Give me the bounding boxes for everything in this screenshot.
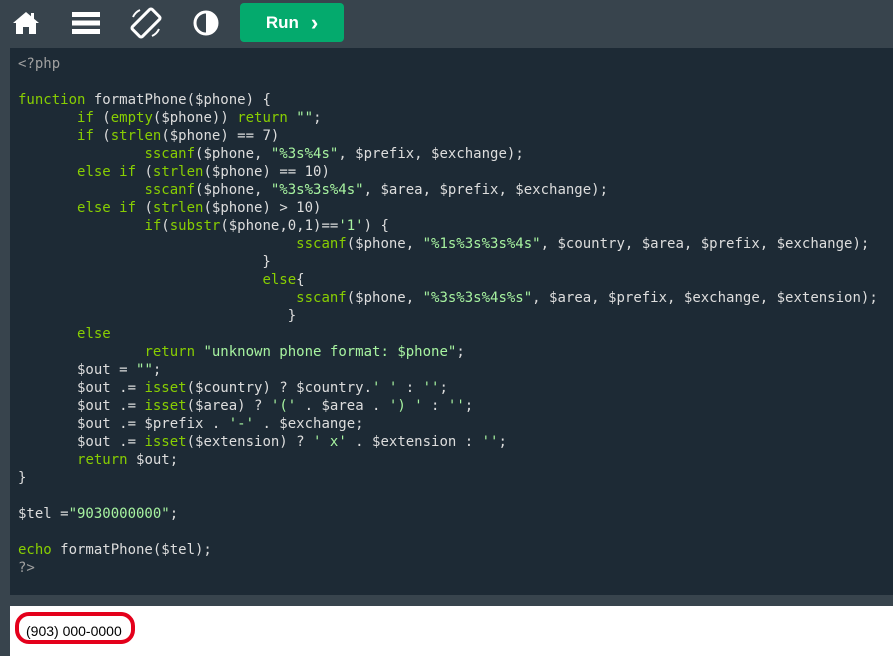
code-line[interactable]: } — [18, 253, 893, 271]
code-line[interactable]: sscanf($phone, "%3s%3s%4s", $area, $pref… — [18, 181, 893, 199]
code-line[interactable]: if (empty($phone)) return ""; — [18, 109, 893, 127]
code-line[interactable]: ?> — [18, 559, 893, 577]
code-line[interactable]: echo formatPhone($tel); — [18, 541, 893, 559]
code-line[interactable]: if(substr($phone,0,1)=='1') { — [18, 217, 893, 235]
code-line[interactable] — [18, 73, 893, 91]
code-line[interactable]: else if (strlen($phone) > 10) — [18, 199, 893, 217]
theme-contrast-icon[interactable] — [189, 6, 223, 40]
rotate-icon[interactable] — [129, 6, 163, 40]
code-line[interactable]: if (strlen($phone) == 7) — [18, 127, 893, 145]
output-text: (903) 000-0000 — [26, 623, 122, 639]
code-line[interactable]: else{ — [18, 271, 893, 289]
home-icon[interactable] — [9, 6, 43, 40]
output-panel: (903) 000-0000 — [10, 606, 893, 656]
code-editor[interactable]: <?php function formatPhone($phone) { if … — [10, 48, 893, 595]
code-line[interactable]: <?php — [18, 55, 893, 73]
code-line[interactable]: sscanf($phone, "%1s%3s%3s%4s", $country,… — [18, 235, 893, 253]
code-line[interactable]: $out = ""; — [18, 361, 893, 379]
chevron-right-icon: › — [310, 9, 319, 35]
code-line[interactable]: return "unknown phone format: $phone"; — [18, 343, 893, 361]
code-line[interactable]: function formatPhone($phone) { — [18, 91, 893, 109]
code-content[interactable]: <?php function formatPhone($phone) { if … — [10, 48, 893, 577]
toolbar: Run › — [0, 0, 893, 46]
run-button[interactable]: Run › — [240, 3, 344, 42]
code-line[interactable]: return $out; — [18, 451, 893, 469]
code-line[interactable]: else — [18, 325, 893, 343]
run-button-label: Run — [265, 12, 299, 32]
code-line[interactable]: else if (strlen($phone) == 10) — [18, 163, 893, 181]
code-line[interactable]: $out .= isset($country) ? $country.' ' :… — [18, 379, 893, 397]
code-line[interactable]: $tel ="9030000000"; — [18, 505, 893, 523]
code-line[interactable] — [18, 487, 893, 505]
code-line[interactable]: } — [18, 469, 893, 487]
code-line[interactable]: sscanf($phone, "%3s%4s", $prefix, $excha… — [18, 145, 893, 163]
code-line[interactable]: $out .= isset($extension) ? ' x' . $exte… — [18, 433, 893, 451]
code-line[interactable]: $out .= $prefix . '-' . $exchange; — [18, 415, 893, 433]
code-line[interactable]: } — [18, 307, 893, 325]
code-line[interactable]: sscanf($phone, "%3s%3s%4s%s", $area, $pr… — [18, 289, 893, 307]
code-line[interactable] — [18, 523, 893, 541]
code-line[interactable]: $out .= isset($area) ? '(' . $area . ') … — [18, 397, 893, 415]
menu-icon[interactable] — [69, 6, 103, 40]
